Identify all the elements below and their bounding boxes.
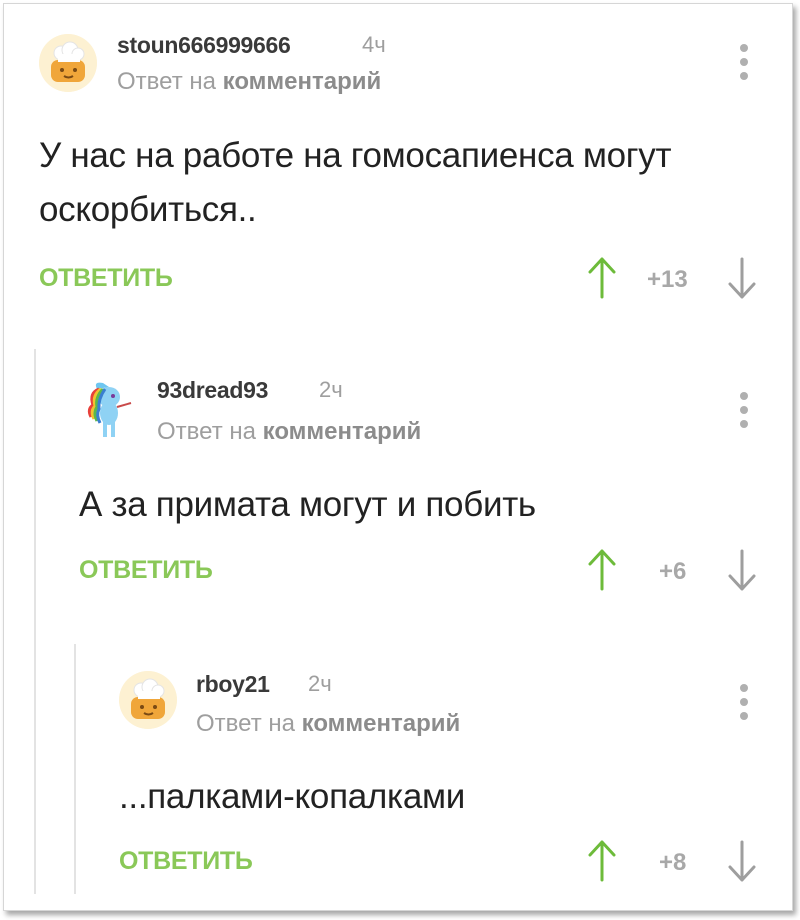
comment-3: rboy21 2ч Ответ на комментарий ...палкам…	[4, 4, 792, 910]
downvote-arrow-icon[interactable]	[726, 839, 758, 888]
reply-to-line: Ответ на комментарий	[196, 710, 460, 738]
chef-hat-avatar-icon[interactable]	[119, 671, 177, 729]
reply-to-link[interactable]: комментарий	[302, 710, 461, 737]
more-options-icon[interactable]	[736, 684, 752, 724]
upvote-arrow-icon[interactable]	[586, 839, 618, 888]
comment-time: 2ч	[308, 671, 332, 696]
reply-to-prefix: Ответ на	[196, 710, 295, 737]
comment-thread: stoun666999666 4ч Ответ на комментарий У…	[3, 3, 793, 911]
reply-button[interactable]: ОТВЕТИТЬ	[119, 847, 253, 876]
comment-text: ...палками-копалками	[119, 777, 465, 816]
comment-score: +8	[659, 849, 687, 876]
comment-username[interactable]: rboy21	[196, 671, 270, 698]
